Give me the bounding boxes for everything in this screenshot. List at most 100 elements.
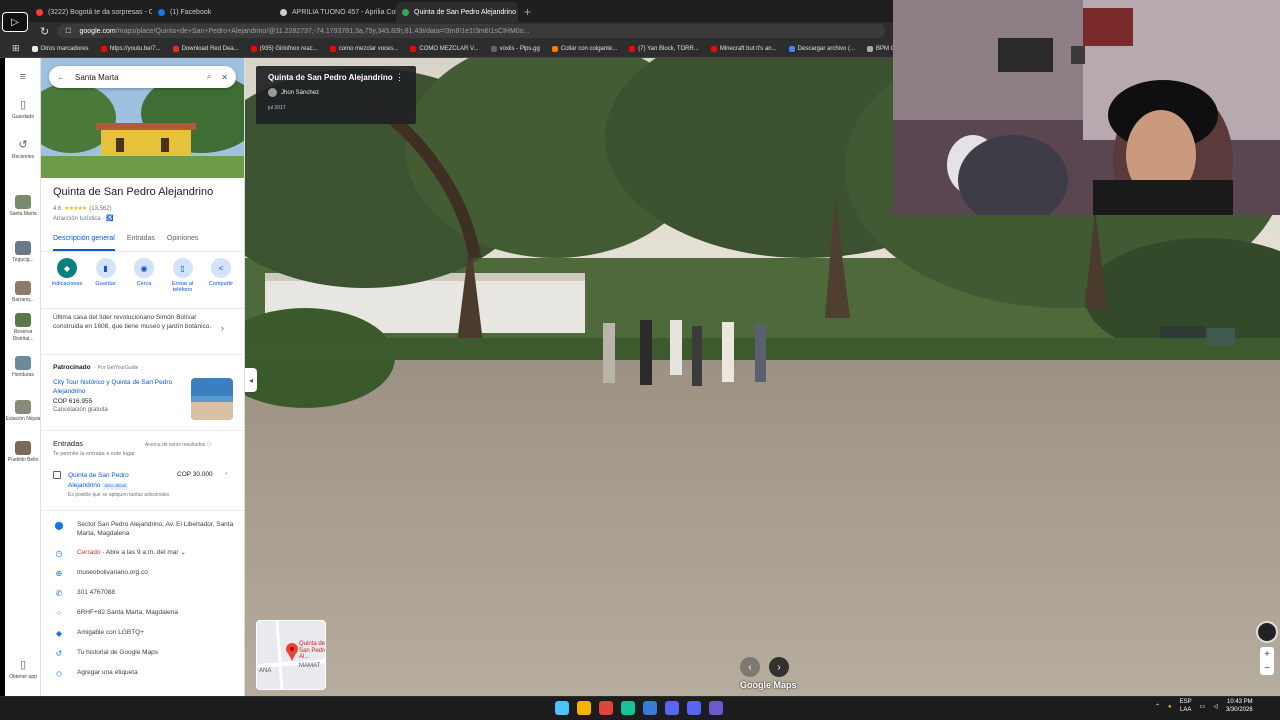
back-arrow-icon[interactable]: ← xyxy=(57,73,65,82)
more-options-icon[interactable]: ⋮ xyxy=(395,72,404,83)
taskbar-app-icon[interactable] xyxy=(709,701,723,715)
bookmark-item[interactable]: (7) Yan Block, TORR... xyxy=(629,45,699,52)
prev-image-button[interactable]: ‹ xyxy=(740,657,760,677)
reload-icon[interactable]: ↻ xyxy=(40,25,49,38)
street-view-author[interactable]: Jhon Sánchez xyxy=(281,90,319,96)
taskbar-app-icon[interactable] xyxy=(665,701,679,715)
info-text: 301 4767088 xyxy=(77,588,237,597)
entries-about[interactable]: Acerca de estos resultados ⓘ xyxy=(145,441,212,448)
rail-place-item[interactable]: Honduras xyxy=(5,356,41,379)
menu-button[interactable]: ≡ xyxy=(5,70,41,86)
browser-tab[interactable]: (1) Facebook xyxy=(152,2,274,22)
place-tab[interactable]: Opiniones xyxy=(167,230,199,251)
bookmark-star-icon[interactable]: ☐ xyxy=(65,27,71,35)
search-icon[interactable]: ⌕ xyxy=(207,72,211,82)
rail-get-app[interactable]: ▯ Obtener app xyxy=(5,658,41,681)
rating-row[interactable]: 4.6 ★★★★★ (13.562) xyxy=(53,205,112,213)
phone-icon: ▯ xyxy=(19,659,27,671)
action-button[interactable]: < Compartir xyxy=(203,258,239,293)
rail-place-item[interactable]: Barranq... xyxy=(5,281,41,304)
rail-place-thumbnail xyxy=(15,441,31,455)
bookmark-item[interactable]: Descargar archivo (... xyxy=(788,45,856,52)
browser-tab-bar: (3222) Bogotá te da sorpresas - Obv... (1… xyxy=(0,0,893,22)
zoom-out-button[interactable]: − xyxy=(1264,663,1270,674)
close-icon[interactable]: ✕ xyxy=(221,73,228,82)
rail-place-item[interactable]: Estación Niquia xyxy=(5,400,41,423)
taskbar-app-icon[interactable] xyxy=(687,701,701,715)
taskbar-app-icon[interactable] xyxy=(621,701,635,715)
bookmark-favicon-icon xyxy=(490,45,497,52)
new-tab-button[interactable]: + xyxy=(518,2,537,22)
mic-icon[interactable]: ● xyxy=(1168,704,1172,710)
browser-tab[interactable]: APRILIA TUONO 457 - Aprilia Colom... xyxy=(274,2,396,22)
volume-icon[interactable]: ◁ xyxy=(1213,703,1218,710)
bookmark-item[interactable]: Download Red Dea... xyxy=(172,45,239,52)
info-value: 301 4767088 xyxy=(77,589,115,596)
chevron-up-icon[interactable]: ⌃ xyxy=(1155,703,1160,710)
entries-subtitle: Te permite la entrada a este lugar xyxy=(53,451,135,457)
browser-tab[interactable]: (3222) Bogotá te da sorpresas - Obv... xyxy=(30,2,152,22)
browser-tab[interactable]: Quinta de San Pedro Alejandrino✕ xyxy=(396,2,518,22)
minimap-side-label: ANA xyxy=(259,668,272,674)
taskbar-app-icon[interactable] xyxy=(577,701,591,715)
webcam-overlay xyxy=(893,0,1280,215)
action-button[interactable]: ▮ Guardar xyxy=(88,258,124,293)
language-indicator[interactable]: ESP LAA xyxy=(1180,699,1192,715)
apps-grid-icon[interactable]: ⊞ xyxy=(12,43,20,54)
search-box[interactable]: ← Santa Marta ⌕ ✕ xyxy=(49,66,236,88)
rail-place-item[interactable]: Tegucig... xyxy=(5,241,41,264)
rail-place-item[interactable]: Reserva Distrital... xyxy=(5,313,41,342)
minimap[interactable]: Quinta de San Pedro Al... MAMAT ANA xyxy=(256,620,326,690)
bookmark-item[interactable]: (935) Girlofnox reac... xyxy=(250,45,318,52)
bookmark-item[interactable]: voxlis - Plps.gg xyxy=(490,45,540,52)
review-count[interactable]: (13.562) xyxy=(89,206,111,212)
rail-saved[interactable]: ▯ Guardado xyxy=(5,98,41,121)
compass-icon[interactable] xyxy=(1256,621,1278,643)
zoom-in-button[interactable]: + xyxy=(1264,649,1270,660)
bookmark-label: Descargar archivo (... xyxy=(797,45,856,52)
rail-recent[interactable]: ↺ Recientes xyxy=(5,138,41,161)
zoom-control[interactable]: + − xyxy=(1260,647,1274,675)
bookmark-item[interactable]: como mezclar voces... xyxy=(329,45,398,52)
info-value: museobolivariano.org.co xyxy=(77,569,148,576)
action-button[interactable]: ◆ Indicaciones xyxy=(49,258,85,293)
bookmark-item[interactable]: https://youtu.be/7... xyxy=(100,45,161,52)
taskbar-app-icon[interactable] xyxy=(555,701,569,715)
next-image-button[interactable]: › xyxy=(769,657,789,677)
bookmark-item[interactable]: Minecraft but it's an... xyxy=(710,45,777,52)
sponsored-tour[interactable]: City Tour histórico y Quinta de San Pedr… xyxy=(53,378,173,415)
bookmark-item[interactable]: Otros marcadores xyxy=(31,45,89,52)
sponsored-by[interactable]: · Por GetYourGuide ⋮ xyxy=(95,365,145,371)
chevron-right-icon[interactable]: › xyxy=(225,470,227,477)
info-text: Amigable con LGBTQ+ xyxy=(77,628,237,637)
network-icon[interactable]: ▭ xyxy=(1200,703,1206,710)
rail-place-item[interactable]: Santa Marta xyxy=(5,195,41,218)
place-tab[interactable]: Descripción general xyxy=(53,230,115,251)
place-tab[interactable]: Entradas xyxy=(127,230,155,251)
rail-place-thumbnail xyxy=(15,241,31,255)
collapse-panel-button[interactable]: ◂ xyxy=(245,368,257,392)
taskbar-app-icon[interactable] xyxy=(643,701,657,715)
action-button[interactable]: ◉ Cerca xyxy=(126,258,162,293)
place-title: Quinta de San Pedro Alejandrino xyxy=(53,186,214,198)
clock[interactable]: 10:43 PM 3/30/2026 xyxy=(1226,699,1253,715)
place-description[interactable]: Última casa del líder revolucionario Sim… xyxy=(53,313,223,332)
url-field[interactable]: ☐ google.com/maps/place/Quinta+de+San+Pe… xyxy=(57,24,885,38)
search-input[interactable]: Santa Marta xyxy=(75,73,197,82)
tour-thumbnail[interactable] xyxy=(191,378,233,420)
bookmark-favicon-icon xyxy=(551,45,558,52)
tour-title[interactable]: City Tour histórico y Quinta de San Pedr… xyxy=(53,378,173,397)
rail-place-thumbnail xyxy=(15,195,31,209)
chevron-right-icon[interactable]: › xyxy=(221,323,224,333)
bookmark-item[interactable]: BPM Cons xyxy=(867,45,893,52)
tab-favicon-icon xyxy=(36,8,43,16)
action-button[interactable]: ▯ Enviar al teléfono xyxy=(165,258,201,293)
rail-place-item[interactable]: Pueblito Bello xyxy=(5,441,41,464)
sponsored-header: Patrocinado · Por GetYourGuide ⋮ xyxy=(53,364,145,371)
rail-place-label: Santa Marta xyxy=(9,211,37,217)
bookmark-label: Minecraft but it's an... xyxy=(719,45,777,52)
taskbar-app-icon[interactable] xyxy=(599,701,613,715)
bookmark-item[interactable]: COMO MEZCLAR V... xyxy=(410,45,479,52)
bookmark-item[interactable]: Collar con colgante... xyxy=(551,45,617,52)
official-badge: Sitio oficial xyxy=(102,482,128,490)
